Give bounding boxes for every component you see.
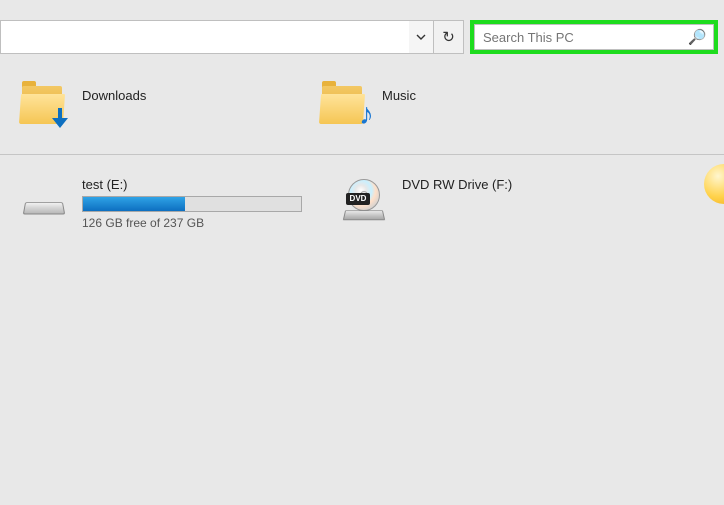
chevron-down-icon bbox=[416, 32, 426, 42]
search-box[interactable]: 🔍 bbox=[474, 24, 714, 50]
drive-test-e[interactable]: test (E:) 126 GB free of 237 GB bbox=[20, 177, 340, 230]
refresh-icon: ↻ bbox=[442, 28, 455, 46]
search-input[interactable] bbox=[481, 29, 688, 46]
download-arrow-icon bbox=[48, 106, 72, 130]
folder-icon: ♪ bbox=[320, 86, 368, 126]
capacity-fill bbox=[83, 197, 185, 211]
drive-info: test (E:) 126 GB free of 237 GB bbox=[82, 177, 302, 230]
content-area: Downloads ♪ Music test (E:) bbox=[0, 72, 724, 505]
dvd-drive-icon: DVD bbox=[340, 177, 388, 225]
search-icon[interactable]: 🔍 bbox=[688, 28, 707, 46]
folders-section: Downloads ♪ Music bbox=[0, 72, 724, 155]
drives-section: test (E:) 126 GB free of 237 GB DVD DVD … bbox=[0, 155, 724, 230]
drive-info: DVD RW Drive (F:) bbox=[402, 177, 512, 196]
file-explorer-window: ↻ 🔍 Downloads bbox=[0, 0, 724, 505]
folder-music[interactable]: ♪ Music bbox=[320, 86, 620, 126]
dvd-badge: DVD bbox=[346, 193, 370, 205]
toolbar: ↻ 🔍 bbox=[0, 20, 724, 54]
address-dropdown-button[interactable] bbox=[409, 21, 433, 53]
drive-free-text: 126 GB free of 237 GB bbox=[82, 216, 302, 230]
drive-dvd-f[interactable]: DVD DVD RW Drive (F:) bbox=[340, 177, 660, 225]
capacity-bar bbox=[82, 196, 302, 212]
folder-downloads[interactable]: Downloads bbox=[20, 86, 320, 126]
hard-drive-icon bbox=[20, 177, 68, 225]
address-bar[interactable] bbox=[0, 20, 434, 54]
search-box-highlight: 🔍 bbox=[470, 20, 718, 54]
folder-label: Downloads bbox=[82, 86, 146, 103]
drive-name: DVD RW Drive (F:) bbox=[402, 177, 512, 192]
folder-label: Music bbox=[382, 86, 416, 103]
folder-icon bbox=[20, 86, 68, 126]
music-note-icon: ♪ bbox=[359, 98, 374, 132]
drive-name: test (E:) bbox=[82, 177, 302, 192]
refresh-button[interactable]: ↻ bbox=[434, 20, 464, 54]
